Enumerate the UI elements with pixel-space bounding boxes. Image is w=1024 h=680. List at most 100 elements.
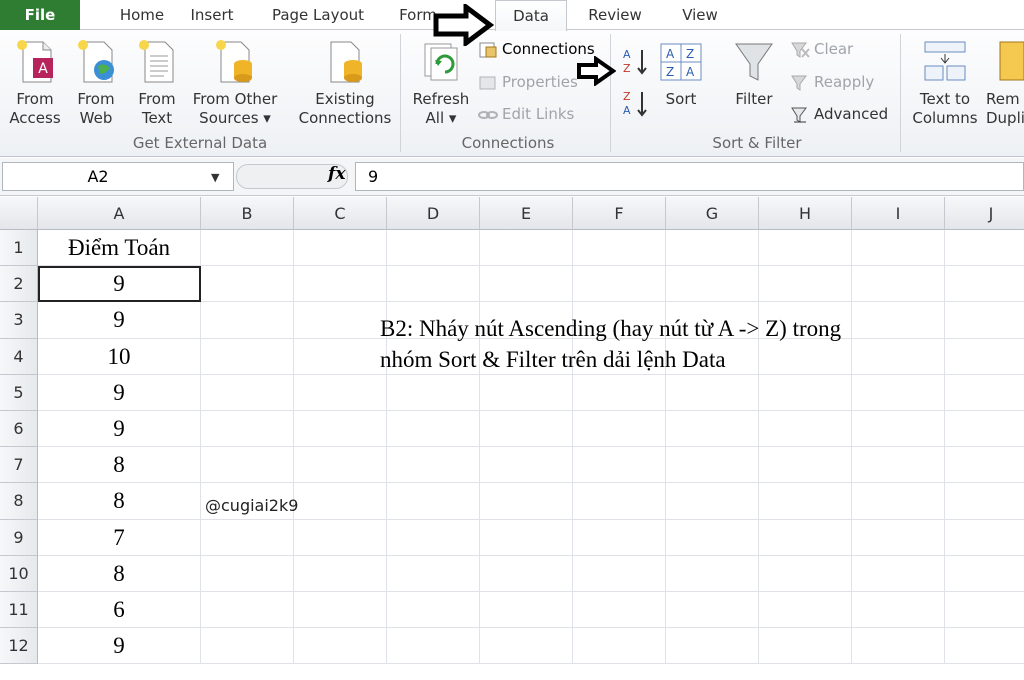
- cell-j5[interactable]: [945, 375, 1024, 411]
- cell-a10[interactable]: 8: [38, 555, 201, 592]
- row-header-8[interactable]: 8: [0, 483, 38, 520]
- row-header-10[interactable]: 10: [0, 555, 38, 592]
- tab-review[interactable]: Review: [580, 0, 650, 30]
- cell-f2[interactable]: [573, 266, 666, 303]
- name-box[interactable]: A2: [2, 162, 234, 191]
- cell-j4[interactable]: [945, 339, 1024, 375]
- cell-b7[interactable]: [201, 447, 294, 484]
- row-header-3[interactable]: 3: [0, 302, 38, 339]
- column-header-i[interactable]: I: [852, 197, 945, 230]
- sort-z-to-a-button[interactable]: ZA: [620, 88, 652, 120]
- from-web-button[interactable]: From Web: [68, 36, 124, 128]
- cell-b2[interactable]: [201, 266, 294, 303]
- cell-h8[interactable]: [759, 483, 852, 520]
- row-header-6[interactable]: 6: [0, 411, 38, 448]
- cell-a1[interactable]: Điểm Toán: [38, 230, 201, 267]
- cell-h12[interactable]: [759, 628, 852, 665]
- cell-i9[interactable]: [852, 519, 945, 556]
- cell-d6[interactable]: [387, 411, 480, 448]
- cell-f8[interactable]: [573, 483, 666, 520]
- cell-d1[interactable]: [387, 230, 480, 267]
- sort-a-to-z-button[interactable]: AZ: [620, 46, 652, 78]
- cell-g5[interactable]: [666, 374, 759, 411]
- from-access-button[interactable]: A From Access: [6, 36, 64, 128]
- cell-a12[interactable]: 9: [38, 628, 201, 665]
- row-header-1[interactable]: 1: [0, 230, 38, 267]
- cell-h9[interactable]: [759, 519, 852, 556]
- cell-d5[interactable]: [387, 374, 480, 411]
- cell-i2[interactable]: [852, 266, 945, 303]
- cell-f5[interactable]: [573, 374, 666, 411]
- cell-a4[interactable]: 10: [38, 338, 201, 375]
- cell-b1[interactable]: [201, 230, 294, 267]
- properties-button[interactable]: Properties: [478, 71, 578, 93]
- cell-a11[interactable]: 6: [38, 592, 201, 629]
- cell-g1[interactable]: [666, 230, 759, 267]
- cell-c7[interactable]: [294, 447, 387, 484]
- existing-connections-button[interactable]: Existing Connections: [296, 36, 394, 128]
- column-header-h[interactable]: H: [759, 197, 852, 230]
- cell-e1[interactable]: [480, 230, 573, 267]
- text-to-columns-button[interactable]: Text to Columns: [910, 36, 980, 128]
- cell-f10[interactable]: [573, 555, 666, 592]
- cell-e11[interactable]: [480, 592, 573, 629]
- cell-g11[interactable]: [666, 592, 759, 629]
- cell-h5[interactable]: [759, 374, 852, 411]
- tab-view[interactable]: View: [670, 0, 730, 30]
- cell-b10[interactable]: [201, 555, 294, 592]
- column-header-c[interactable]: C: [294, 197, 387, 230]
- cell-i10[interactable]: [852, 555, 945, 592]
- formula-input[interactable]: 9: [355, 162, 1024, 191]
- cell-h7[interactable]: [759, 447, 852, 484]
- cell-j10[interactable]: [945, 556, 1024, 592]
- cell-j1[interactable]: [945, 230, 1024, 267]
- cell-h4[interactable]: [759, 338, 852, 375]
- edit-links-button[interactable]: Edit Links: [478, 103, 574, 125]
- cell-c5[interactable]: [294, 374, 387, 411]
- row-header-2[interactable]: 2: [0, 266, 38, 303]
- cell-c4[interactable]: [294, 338, 387, 375]
- cell-j8[interactable]: [945, 483, 1024, 520]
- cell-c9[interactable]: [294, 519, 387, 556]
- cell-c2[interactable]: [294, 266, 387, 303]
- cell-e2[interactable]: [480, 266, 573, 303]
- cell-c12[interactable]: [294, 628, 387, 665]
- cell-h10[interactable]: [759, 555, 852, 592]
- cell-h2[interactable]: [759, 266, 852, 303]
- column-header-d[interactable]: D: [387, 197, 480, 230]
- remove-duplicates-button[interactable]: Rem Dupli: [986, 36, 1024, 128]
- cell-i3[interactable]: [852, 302, 945, 339]
- column-header-a[interactable]: A: [38, 197, 201, 230]
- column-header-b[interactable]: B: [201, 197, 294, 230]
- cell-a7[interactable]: 8: [38, 447, 201, 484]
- cell-a5[interactable]: 9: [38, 374, 201, 411]
- cell-i5[interactable]: [852, 374, 945, 411]
- cell-g9[interactable]: [666, 519, 759, 556]
- cell-f6[interactable]: [573, 411, 666, 448]
- row-header-5[interactable]: 5: [0, 374, 38, 411]
- cell-b9[interactable]: [201, 519, 294, 556]
- sort-button[interactable]: AZZA Sort: [656, 36, 706, 109]
- cell-i1[interactable]: [852, 230, 945, 267]
- cell-j12[interactable]: [945, 628, 1024, 665]
- cell-d9[interactable]: [387, 519, 480, 556]
- cell-f7[interactable]: [573, 447, 666, 484]
- row-header-4[interactable]: 4: [0, 338, 38, 375]
- row-header-9[interactable]: 9: [0, 519, 38, 556]
- cell-b6[interactable]: [201, 411, 294, 448]
- cell-i11[interactable]: [852, 592, 945, 629]
- cell-e10[interactable]: [480, 555, 573, 592]
- cell-g12[interactable]: [666, 628, 759, 665]
- cell-e7[interactable]: [480, 447, 573, 484]
- cell-j9[interactable]: [945, 520, 1024, 556]
- cell-d7[interactable]: [387, 447, 480, 484]
- tab-page-layout[interactable]: Page Layout: [266, 0, 370, 30]
- cell-g10[interactable]: [666, 555, 759, 592]
- from-other-sources-button[interactable]: From Other Sources ▾: [190, 36, 280, 128]
- cell-a8[interactable]: 8: [38, 483, 201, 520]
- cell-h11[interactable]: [759, 592, 852, 629]
- cell-a6[interactable]: 9: [38, 411, 201, 448]
- row-header-11[interactable]: 11: [0, 592, 38, 629]
- cell-j2[interactable]: [945, 266, 1024, 303]
- cell-d11[interactable]: [387, 592, 480, 629]
